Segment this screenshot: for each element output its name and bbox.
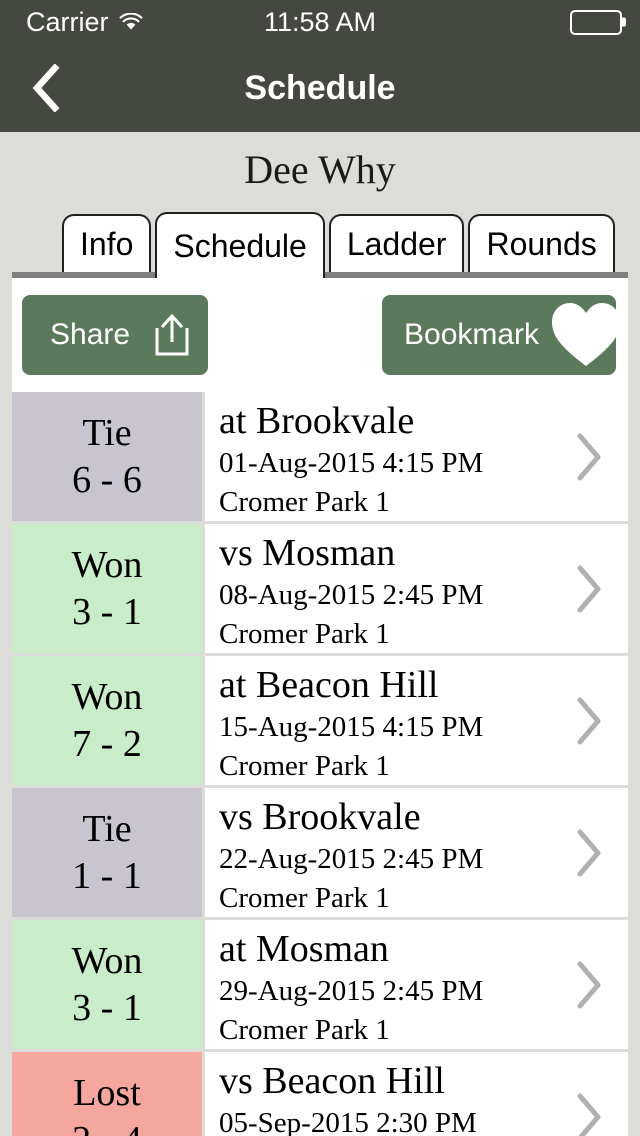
tab-rounds[interactable]: Rounds <box>468 214 615 272</box>
table-row[interactable]: Won 7 - 2 at Beacon Hill 15-Aug-2015 4:1… <box>12 656 628 788</box>
match-result-cell: Lost 2 - 4 <box>12 1052 202 1136</box>
clock-label: 11:58 AM <box>263 6 377 37</box>
bookmark-button[interactable]: Bookmark <box>382 295 621 375</box>
match-detail-cell: vs Mosman 08-Aug-2015 2:45 PM Cromer Par… <box>202 524 550 653</box>
row-disclosure[interactable] <box>550 524 628 653</box>
match-datetime: 05-Sep-2015 2:30 PM <box>219 1107 477 1136</box>
page-title: Schedule <box>244 69 396 107</box>
content-panel: Share Bookmark Tie 6 - 6 at Brookvale 01… <box>12 278 628 1136</box>
match-detail-cell: vs Brookvale 22-Aug-2015 2:45 PM Cromer … <box>202 788 550 917</box>
chevron-left-icon <box>29 64 63 112</box>
status-bar: Carrier 11:58 AM <box>0 0 640 44</box>
match-score: 6 - 6 <box>72 458 142 501</box>
schedule-list: Tie 6 - 6 at Brookvale 01-Aug-2015 4:15 … <box>12 392 628 1136</box>
match-detail-cell: at Brookvale 01-Aug-2015 4:15 PM Cromer … <box>202 392 550 521</box>
table-row[interactable]: Won 3 - 1 at Mosman 29-Aug-2015 2:45 PM … <box>12 920 628 1052</box>
match-venue: Cromer Park 1 <box>219 750 390 783</box>
match-detail-cell: at Mosman 29-Aug-2015 2:45 PM Cromer Par… <box>202 920 550 1049</box>
match-score: 3 - 1 <box>72 590 142 633</box>
match-opponent: vs Beacon Hill <box>219 1059 445 1102</box>
tab-bar: Info Schedule Ladder Rounds <box>0 206 640 278</box>
table-row[interactable]: Tie 1 - 1 vs Brookvale 22-Aug-2015 2:45 … <box>12 788 628 920</box>
match-result-label: Lost <box>73 1072 141 1115</box>
back-button[interactable] <box>0 44 92 132</box>
page-body: Dee Why Info Schedule Ladder Rounds Shar… <box>0 132 640 1136</box>
chevron-right-icon <box>574 959 604 1011</box>
tab-schedule[interactable]: Schedule <box>155 212 325 278</box>
table-row[interactable]: Tie 6 - 6 at Brookvale 01-Aug-2015 4:15 … <box>12 392 628 524</box>
row-disclosure[interactable] <box>550 788 628 917</box>
match-result-cell: Tie 6 - 6 <box>12 392 202 521</box>
match-result-cell: Won 3 - 1 <box>12 920 202 1049</box>
match-datetime: 29-Aug-2015 2:45 PM <box>219 975 484 1008</box>
tab-ladder-label: Ladder <box>346 226 447 262</box>
match-score: 1 - 1 <box>72 854 142 897</box>
action-bar: Share Bookmark <box>12 278 628 392</box>
row-disclosure[interactable] <box>550 392 628 521</box>
match-opponent: at Beacon Hill <box>219 663 439 706</box>
match-datetime: 22-Aug-2015 2:45 PM <box>219 843 484 876</box>
share-button[interactable]: Share <box>22 295 208 375</box>
chevron-right-icon <box>574 827 604 879</box>
match-opponent: vs Mosman <box>219 531 396 574</box>
bookmark-button-label: Bookmark <box>404 318 540 351</box>
match-detail-cell: vs Beacon Hill 05-Sep-2015 2:30 PM Crome… <box>202 1052 550 1136</box>
row-disclosure[interactable] <box>550 920 628 1049</box>
match-venue: Cromer Park 1 <box>219 1014 390 1047</box>
heart-icon <box>549 300 623 370</box>
tab-info-label: Info <box>80 226 134 262</box>
match-venue: Cromer Park 1 <box>219 882 390 915</box>
match-opponent: at Mosman <box>219 927 389 970</box>
nav-bar: Schedule <box>0 44 640 132</box>
match-result-label: Tie <box>82 808 132 851</box>
tab-info[interactable]: Info <box>62 214 152 272</box>
chevron-right-icon <box>574 563 604 615</box>
share-icon <box>152 312 192 358</box>
battery-cap <box>622 17 626 27</box>
tab-rounds-label: Rounds <box>486 226 597 262</box>
battery-icon <box>570 9 626 35</box>
match-venue: Cromer Park 1 <box>219 618 390 651</box>
table-row[interactable]: Won 3 - 1 vs Mosman 08-Aug-2015 2:45 PM … <box>12 524 628 656</box>
team-name-heading: Dee Why <box>244 147 396 192</box>
match-detail-cell: at Beacon Hill 15-Aug-2015 4:15 PM Crome… <box>202 656 550 785</box>
match-opponent: vs Brookvale <box>219 795 421 838</box>
status-bar-right <box>570 0 626 44</box>
share-button-label: Share <box>50 318 131 351</box>
row-disclosure[interactable] <box>550 1052 628 1136</box>
match-result-cell: Tie 1 - 1 <box>12 788 202 917</box>
match-datetime: 08-Aug-2015 2:45 PM <box>219 579 484 612</box>
match-result-label: Won <box>71 544 143 587</box>
row-disclosure[interactable] <box>550 656 628 785</box>
match-score: 2 - 4 <box>72 1117 142 1136</box>
chevron-right-icon <box>574 431 604 483</box>
match-datetime: 01-Aug-2015 4:15 PM <box>219 447 484 480</box>
match-score: 7 - 2 <box>72 722 142 765</box>
match-result-label: Tie <box>82 412 132 455</box>
chevron-right-icon <box>574 1091 604 1136</box>
table-row[interactable]: Lost 2 - 4 vs Beacon Hill 05-Sep-2015 2:… <box>12 1052 628 1136</box>
match-score: 3 - 1 <box>72 986 142 1029</box>
match-result-cell: Won 7 - 2 <box>12 656 202 785</box>
chevron-right-icon <box>574 695 604 747</box>
tab-schedule-label: Schedule <box>173 228 307 264</box>
match-result-label: Won <box>71 676 143 719</box>
match-datetime: 15-Aug-2015 4:15 PM <box>219 711 484 744</box>
match-venue: Cromer Park 1 <box>219 486 390 519</box>
match-result-label: Won <box>71 940 143 983</box>
match-result-cell: Won 3 - 1 <box>12 524 202 653</box>
match-opponent: at Brookvale <box>219 399 415 442</box>
tab-ladder[interactable]: Ladder <box>328 214 465 272</box>
